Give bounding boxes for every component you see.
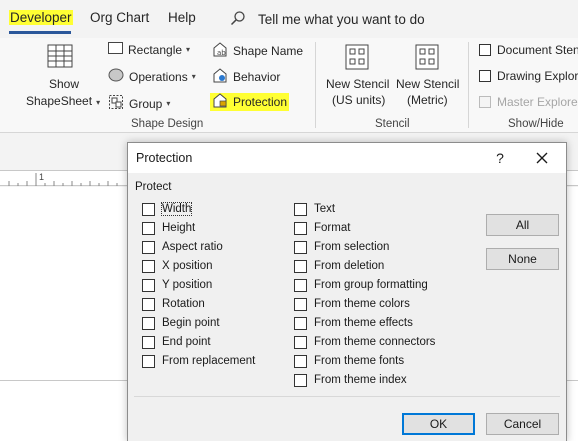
operations-icon bbox=[108, 68, 124, 85]
checkbox bbox=[479, 70, 491, 82]
option-from-theme-connectors[interactable]: From theme connectors bbox=[294, 334, 435, 350]
checkbox bbox=[142, 202, 155, 216]
ribbon-tab-bar: Developer Org Chart Help Tell me what yo… bbox=[0, 0, 578, 38]
option-y-position[interactable]: Y position bbox=[142, 277, 212, 293]
option-begin-point[interactable]: Begin point bbox=[142, 315, 220, 331]
ruler-mark: 1 bbox=[39, 172, 45, 182]
checkbox bbox=[142, 278, 155, 292]
active-tab-indicator bbox=[9, 31, 71, 34]
shape-name-button[interactable]: ab Shape Name bbox=[212, 42, 303, 60]
group-divider bbox=[468, 42, 469, 128]
show-hide-group-label: Show/Hide bbox=[508, 118, 564, 130]
checkbox bbox=[479, 44, 491, 56]
rectangle-icon bbox=[108, 42, 123, 57]
help-button[interactable]: ? bbox=[490, 148, 510, 168]
checkbox bbox=[142, 316, 155, 330]
close-icon bbox=[536, 152, 548, 164]
operations-button[interactable]: Operations ▾ bbox=[108, 68, 196, 85]
checkbox bbox=[142, 335, 155, 349]
checkbox bbox=[142, 240, 155, 254]
option-from-group-formatting[interactable]: From group formatting bbox=[294, 277, 428, 293]
option-from-theme-effects[interactable]: From theme effects bbox=[294, 315, 413, 331]
chevron-down-icon: ▾ bbox=[186, 45, 191, 54]
group-divider bbox=[315, 42, 316, 128]
rectangle-button[interactable]: Rectangle ▾ bbox=[108, 42, 190, 57]
show-shapesheet-line2: ShapeSheet ▾ bbox=[26, 94, 101, 108]
tab-org-chart[interactable]: Org Chart bbox=[90, 10, 149, 25]
dialog-divider bbox=[134, 396, 560, 397]
checkbox bbox=[294, 354, 307, 368]
protection-dialog: Protection ? Protect Width Height Aspect… bbox=[127, 142, 567, 441]
option-from-replacement[interactable]: From replacement bbox=[142, 353, 255, 369]
option-x-position[interactable]: X position bbox=[142, 258, 213, 274]
none-button[interactable]: None bbox=[486, 248, 559, 270]
dialog-titlebar: Protection ? bbox=[128, 143, 566, 173]
option-aspect-ratio[interactable]: Aspect ratio bbox=[142, 239, 223, 255]
shapesheet-icon bbox=[47, 44, 73, 71]
behavior-icon bbox=[212, 68, 228, 86]
shape-name-icon: ab bbox=[212, 42, 228, 60]
option-format[interactable]: Format bbox=[294, 220, 350, 236]
option-from-theme-fonts[interactable]: From theme fonts bbox=[294, 353, 404, 369]
checkbox bbox=[142, 259, 155, 273]
option-from-deletion[interactable]: From deletion bbox=[294, 258, 384, 274]
checkbox bbox=[479, 96, 491, 108]
option-from-theme-colors[interactable]: From theme colors bbox=[294, 296, 410, 312]
stencil-icon bbox=[415, 44, 439, 73]
group-icon bbox=[108, 94, 124, 113]
tell-me-text: Tell me what you want to do bbox=[258, 11, 425, 27]
option-end-point[interactable]: End point bbox=[142, 334, 211, 350]
checkbox bbox=[294, 259, 307, 273]
checkbox bbox=[142, 354, 155, 368]
checkbox bbox=[294, 240, 307, 254]
tell-me-search[interactable]: Tell me what you want to do bbox=[230, 9, 425, 29]
checkbox bbox=[142, 297, 155, 311]
shape-design-group-label: Shape Design bbox=[131, 118, 204, 130]
close-button[interactable] bbox=[530, 148, 554, 168]
show-shapesheet-button[interactable]: Show ShapeSheet ▾ bbox=[22, 44, 100, 110]
ok-button[interactable]: OK bbox=[402, 413, 475, 435]
checkbox bbox=[294, 202, 307, 216]
option-width[interactable]: Width bbox=[142, 201, 193, 217]
new-stencil-metric-button[interactable]: New Stencil (Metric) bbox=[394, 44, 460, 110]
protect-group-label: Protect bbox=[135, 181, 172, 193]
cancel-button[interactable]: Cancel bbox=[486, 413, 559, 435]
checkbox bbox=[294, 297, 307, 311]
drawing-explorer-checkbox[interactable]: Drawing Explore bbox=[479, 69, 578, 83]
tab-developer[interactable]: Developer bbox=[9, 10, 73, 25]
tab-help[interactable]: Help bbox=[168, 10, 196, 25]
chevron-down-icon: ▾ bbox=[166, 99, 171, 108]
group-button[interactable]: Group ▾ bbox=[108, 94, 170, 113]
stencil-icon bbox=[345, 44, 369, 73]
chevron-down-icon: ▾ bbox=[191, 72, 196, 81]
svg-text:ab: ab bbox=[217, 49, 226, 57]
behavior-button[interactable]: Behavior bbox=[212, 68, 280, 86]
checkbox bbox=[294, 316, 307, 330]
checkbox bbox=[142, 221, 155, 235]
all-button[interactable]: All bbox=[486, 214, 559, 236]
protection-highlight: Protection bbox=[210, 93, 290, 111]
search-icon bbox=[230, 10, 246, 29]
option-from-selection[interactable]: From selection bbox=[294, 239, 389, 255]
checkbox bbox=[294, 278, 307, 292]
checkbox bbox=[294, 335, 307, 349]
checkbox bbox=[294, 221, 307, 235]
protection-button[interactable]: Protection bbox=[210, 93, 290, 111]
option-rotation[interactable]: Rotation bbox=[142, 296, 205, 312]
chevron-down-icon: ▾ bbox=[96, 98, 101, 107]
master-explorer-checkbox: Master Explorer bbox=[479, 95, 578, 109]
option-from-theme-index[interactable]: From theme index bbox=[294, 372, 407, 388]
checkbox bbox=[294, 373, 307, 387]
show-shapesheet-line1: Show bbox=[49, 77, 80, 91]
dialog-title: Protection bbox=[136, 151, 193, 165]
ribbon: Show ShapeSheet ▾ Rectangle ▾ Operations ▾ … bbox=[0, 38, 578, 133]
lock-icon bbox=[212, 93, 228, 111]
stencil-group-label: Stencil bbox=[375, 118, 410, 130]
new-stencil-us-button[interactable]: New Stencil (US units) bbox=[324, 44, 390, 110]
document-stencil-checkbox[interactable]: Document Sten bbox=[479, 43, 578, 57]
option-text[interactable]: Text bbox=[294, 201, 335, 217]
option-height[interactable]: Height bbox=[142, 220, 195, 236]
